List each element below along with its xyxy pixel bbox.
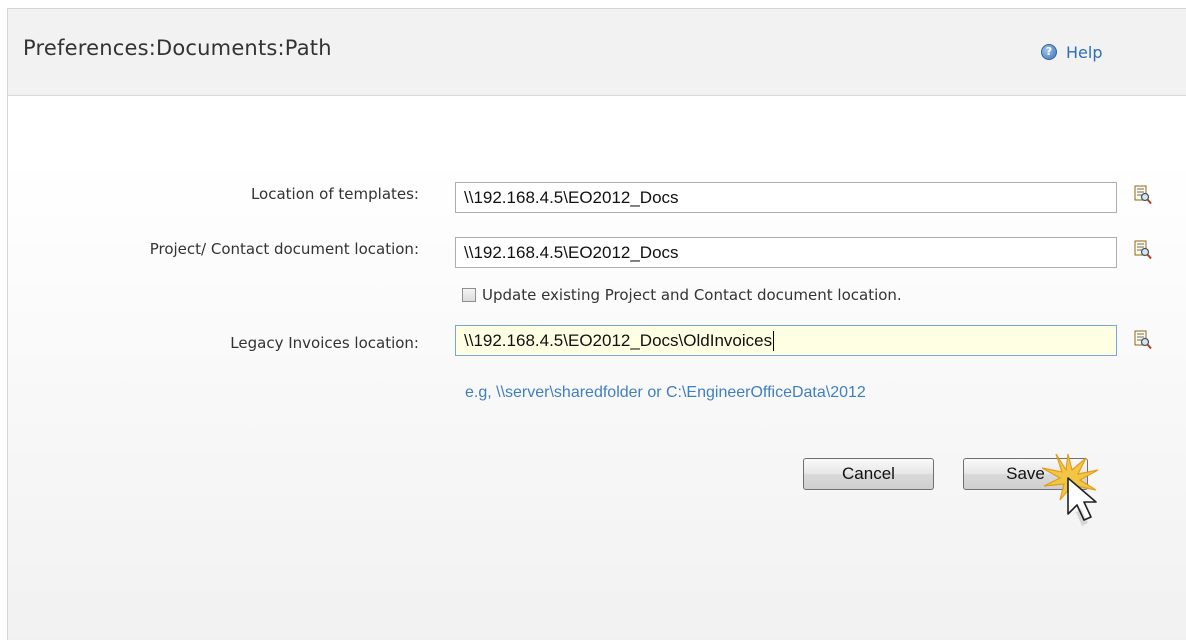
project-contact-location-input[interactable]: \\192.168.4.5\EO2012_Docs — [455, 237, 1117, 268]
legacy-invoices-label: Legacy Invoices location: — [230, 334, 419, 352]
update-existing-checkbox[interactable] — [462, 288, 476, 302]
path-hint: e.g, \\server\sharedfolder or C:\Enginee… — [465, 384, 866, 401]
templates-label: Location of templates: — [250, 185, 419, 203]
browse-folder-icon[interactable] — [1134, 330, 1152, 350]
update-existing-row[interactable]: Update existing Project and Contact docu… — [462, 286, 902, 304]
browse-folder-icon[interactable] — [1134, 185, 1152, 205]
page-title: Preferences:Documents:Path — [23, 36, 332, 60]
text-caret — [773, 330, 775, 351]
help-icon: ? — [1041, 44, 1057, 60]
help-label: Help — [1066, 42, 1103, 62]
mouse-pointer-icon — [1041, 453, 1099, 526]
project-contact-label: Project/ Contact document location: — [149, 240, 419, 258]
cancel-button[interactable]: Cancel — [803, 458, 934, 490]
panel-header: Preferences:Documents:Path ? Help — [8, 9, 1186, 96]
help-link[interactable]: ? Help — [1041, 41, 1102, 63]
legacy-invoices-location-input[interactable]: \\192.168.4.5\EO2012_Docs\OldInvoices — [455, 325, 1117, 356]
update-existing-label: Update existing Project and Contact docu… — [482, 286, 902, 304]
preferences-panel: Preferences:Documents:Path ? Help Locati… — [7, 8, 1186, 640]
legacy-invoices-value: \\192.168.4.5\EO2012_Docs\OldInvoices — [464, 331, 773, 350]
browse-folder-icon[interactable] — [1134, 240, 1152, 260]
templates-location-input[interactable]: \\192.168.4.5\EO2012_Docs — [455, 182, 1117, 213]
